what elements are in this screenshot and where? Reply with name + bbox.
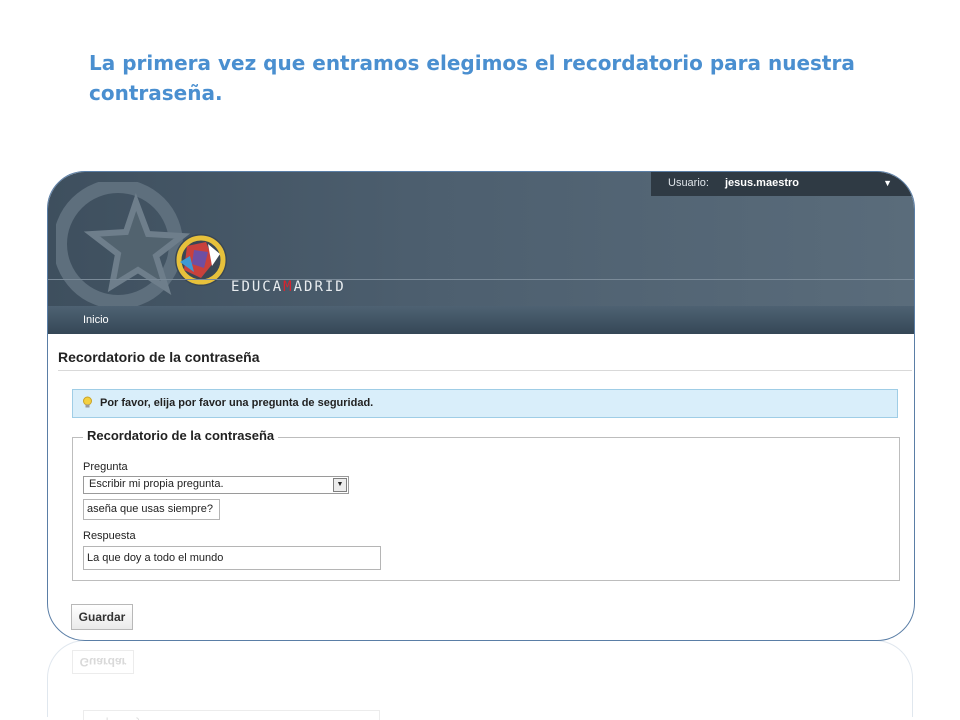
main-nav: Inicio <box>48 306 914 334</box>
page-title: Recordatorio de la contraseña <box>58 346 912 371</box>
info-notice: Por favor, elija por favor una pregunta … <box>72 389 898 418</box>
site-header: EDUCAMADRID Usuario: jesus.maestro ▼ <box>48 172 914 306</box>
lightbulb-icon <box>83 396 92 408</box>
brand-wordmark: EDUCAMADRID <box>231 279 346 295</box>
reflection-save-button: Guardar <box>72 650 134 674</box>
brand-letter-e: E <box>231 279 242 295</box>
slide-title: La primera vez que entramos elegimos el … <box>89 51 855 105</box>
question-select-value: Escribir mi propia pregunta. <box>89 478 224 490</box>
question-label: Pregunta <box>83 461 128 473</box>
custom-question-input[interactable]: aseña que usas siempre? <box>83 499 220 520</box>
chevron-down-icon[interactable]: ▼ <box>333 478 347 492</box>
page-content: Recordatorio de la contraseña Por favor,… <box>58 346 912 636</box>
save-button[interactable]: Guardar <box>71 604 133 630</box>
notice-message: Por favor, elija por favor una pregunta … <box>100 397 374 409</box>
caret-down-icon[interactable]: ▼ <box>883 178 892 188</box>
nav-item-inicio[interactable]: Inicio <box>83 314 109 326</box>
user-label: Usuario: <box>668 177 709 189</box>
question-select[interactable]: Escribir mi propia pregunta. ▼ <box>83 476 349 494</box>
brand-letter-m: M <box>283 279 294 295</box>
screenshot-frame: EDUCAMADRID Usuario: jesus.maestro ▼ Ini… <box>47 171 915 641</box>
reflection-frame <box>47 640 913 717</box>
answer-input[interactable]: La que doy a todo el mundo <box>83 546 381 570</box>
brand-part-adrid: ADRID <box>293 279 346 295</box>
screenshot-reflection: Guardar La que doy a todo el mundo <box>47 640 913 720</box>
brand-part-duca: DUCA <box>241 279 284 295</box>
password-reminder-fieldset: Recordatorio de la contraseña Pregunta E… <box>72 428 900 581</box>
answer-label: Respuesta <box>83 530 136 542</box>
educamadrid-logo-icon <box>56 182 227 306</box>
fieldset-legend: Recordatorio de la contraseña <box>83 428 279 443</box>
user-menu[interactable]: Usuario: jesus.maestro ▼ <box>651 172 914 196</box>
reflection-answer-input: La que doy a todo el mundo <box>83 710 380 720</box>
user-name: jesus.maestro <box>725 177 799 189</box>
